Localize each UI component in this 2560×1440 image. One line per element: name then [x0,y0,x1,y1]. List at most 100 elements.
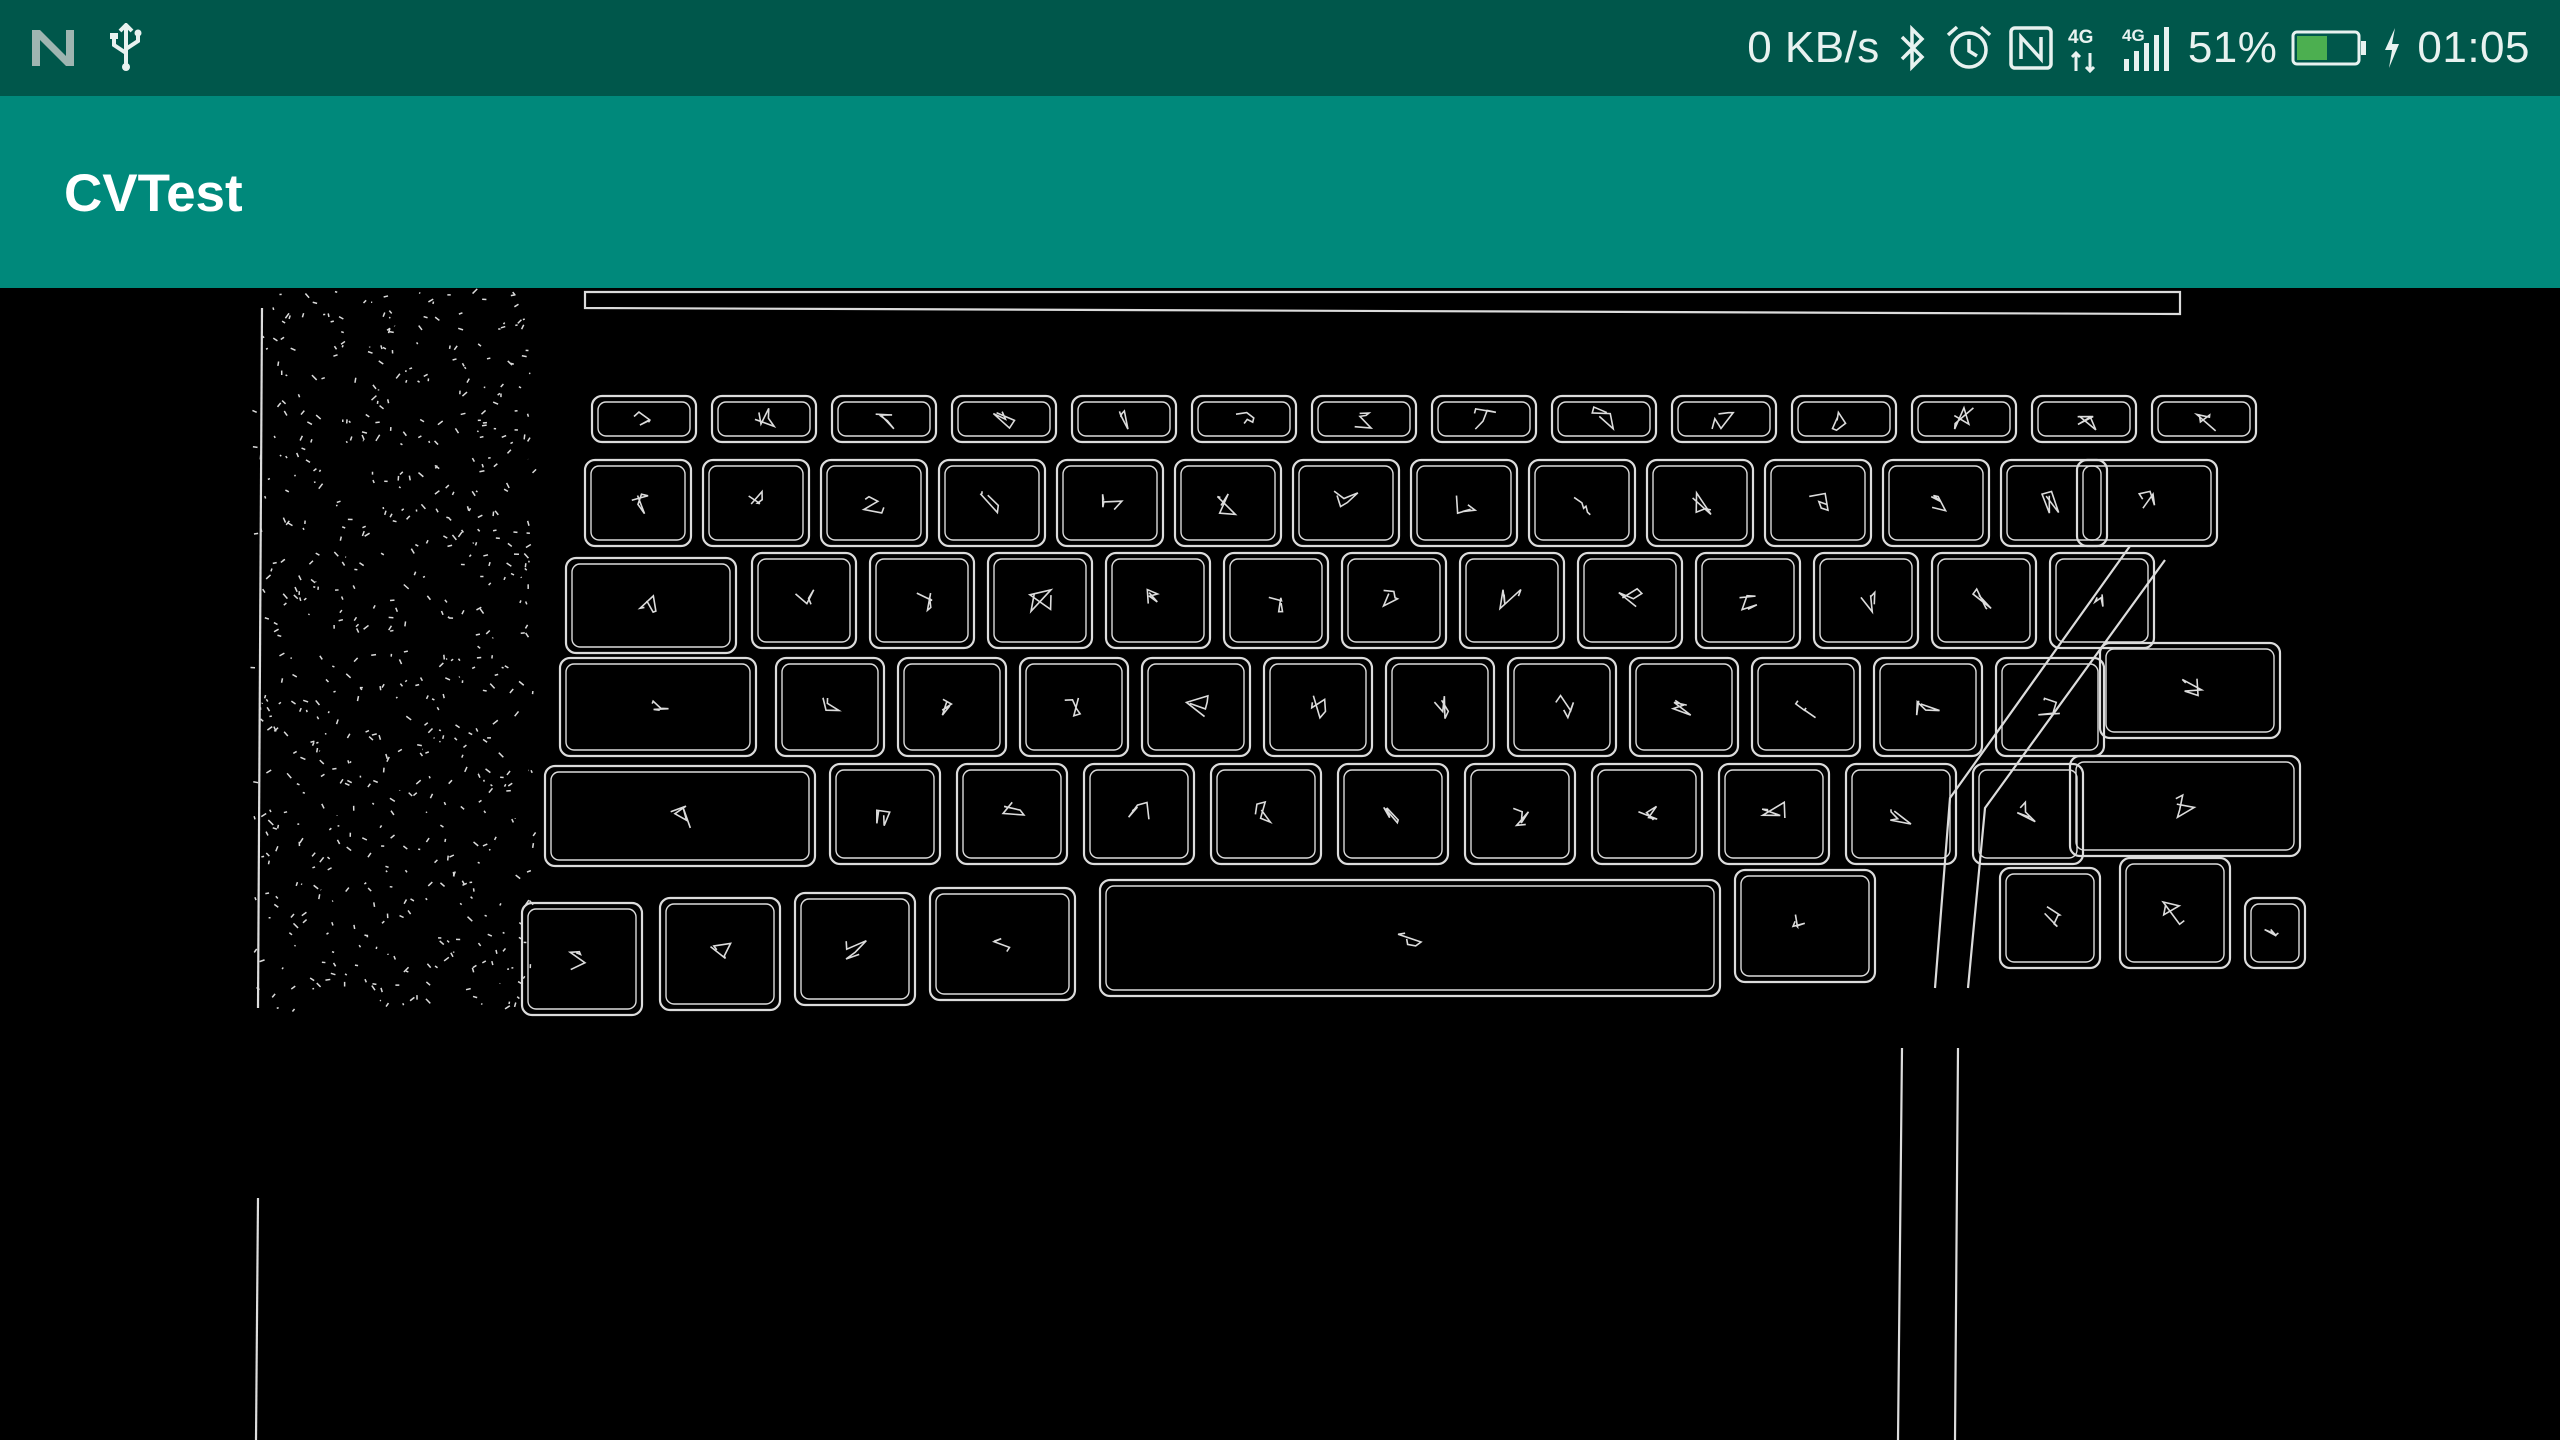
edge-noise [379,405,385,410]
key-glyph-edge [822,697,842,712]
key-glyph-edge [1890,809,1912,825]
edge-noise [340,596,344,600]
nfc-icon [2008,25,2054,71]
key-outline [1812,551,1920,650]
key-glyph-edge [1953,405,1974,430]
edge-noise [481,424,487,427]
edge-noise [524,632,530,638]
edge-noise [327,313,330,318]
edge-noise [265,831,269,836]
edge-noise [296,783,300,786]
edge-noise [457,327,464,331]
edge-noise [295,881,299,887]
edge-noise [253,948,258,953]
edge-noise [472,964,477,969]
edge-noise [371,985,376,991]
edge-noise [306,421,313,426]
key-glyph-edge [861,495,885,514]
notification-n-icon [28,26,78,70]
edge-noise [281,967,284,970]
trackpad-edge [1896,1047,1960,1440]
edge-noise [500,383,504,388]
key-glyph-edge [1591,405,1615,431]
edge-noise [531,842,535,848]
charging-bolt-icon [2381,26,2403,70]
edge-noise [526,869,532,873]
key-glyph-edge [1333,490,1359,508]
key-glyph-edge [754,407,777,429]
edge-noise [477,645,481,649]
edge-noise [307,613,310,616]
edge-noise [358,944,362,948]
edge-noise [280,678,284,683]
edge-noise [340,340,346,345]
key-outline [1222,551,1330,650]
key-outline [1763,458,1873,548]
edge-noise [371,653,377,656]
key-glyph-edge [1809,492,1829,512]
edge-noise [313,468,317,472]
edge-noise [292,750,298,755]
key-outline [2030,394,2138,444]
edge-noise [319,856,325,863]
edge-noise [482,738,488,743]
edge-noise [506,449,512,454]
edge-noise [507,542,513,548]
edge-noise [471,967,475,973]
edge-noise [490,783,493,787]
key-outline [1670,394,1778,444]
edge-noise [471,490,476,497]
edge-noise [265,574,272,580]
key-outline [1262,656,1374,758]
edge-noise [308,560,314,565]
edge-noise [335,719,339,725]
key-outline-inner [781,663,879,751]
edge-noise [277,361,280,367]
edge-noise [403,650,408,653]
edge-noise [481,960,487,964]
edge-noise [410,898,415,902]
edge-noise [443,956,450,962]
edge-noise [325,978,331,981]
edge-noise [259,959,265,963]
key-outline [1506,656,1618,758]
edge-noise [302,527,305,531]
edge-noise [510,572,515,576]
key-glyph-edge [748,489,763,505]
edge-noise [472,288,478,295]
key-outline-inner [1819,558,1913,643]
key-glyph-edge [1555,694,1575,720]
edge-noise [355,623,360,628]
key-glyph-edge [1498,588,1522,611]
key-outline-inner [1635,663,1733,751]
edge-noise [311,852,316,857]
edge-noise [263,694,267,699]
edge-noise [504,665,509,669]
edge-noise [444,599,448,603]
edge-noise [282,593,288,600]
key-glyph-edge [2077,415,2097,431]
key-outline [1576,551,1684,650]
edge-noise [300,883,303,886]
key-outline [2243,896,2307,970]
edge-noise [272,827,278,830]
edge-noise [327,856,331,860]
edge-noise [267,860,270,865]
edge-noise [319,655,323,660]
edge-noise [426,963,432,969]
edge-noise [468,507,472,512]
edge-noise [365,413,370,418]
edge-noise [321,803,325,809]
key-outline-inner [944,465,1040,541]
edge-noise [336,839,341,845]
key-glyph-edge [1638,805,1658,821]
edge-noise [284,312,290,319]
edge-noise [471,457,476,462]
edge-noise [530,769,533,774]
key-glyph-edge [1971,587,1992,610]
edge-noise [524,601,528,605]
edge-noise [427,881,433,887]
edge-noise [461,609,465,615]
edge-noise [292,922,299,929]
edge-noise [483,554,489,557]
